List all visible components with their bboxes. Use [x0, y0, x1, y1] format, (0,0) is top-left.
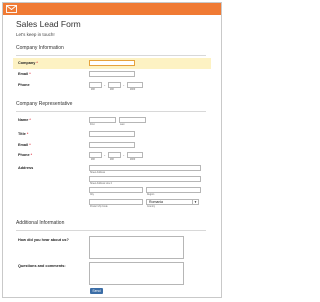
email-label: Email *	[18, 72, 31, 76]
zip-sublabel: Postal / Zip Code	[90, 206, 108, 208]
questions-label: Questions and comments:	[18, 264, 66, 268]
city-sublabel: City	[90, 194, 94, 196]
phone-area-sublabel: ###	[91, 89, 95, 91]
questions-textarea[interactable]	[89, 262, 184, 285]
rep-phone-prefix-sublabel: ###	[110, 159, 114, 161]
last-name-sublabel: Last	[120, 124, 125, 126]
section-divider	[16, 111, 206, 112]
phone-dash: -	[123, 152, 125, 157]
form-window: Sales Lead Form Let's keep in touch! Com…	[2, 2, 222, 298]
phone-prefix-input[interactable]	[108, 82, 121, 88]
company-label: Company *	[18, 61, 38, 65]
zip-input[interactable]	[89, 199, 143, 205]
dropdown-arrow-icon: ▼	[192, 200, 197, 204]
first-name-input[interactable]	[89, 117, 116, 123]
title-label: Title *	[18, 132, 29, 136]
country-sublabel: Country	[147, 206, 156, 208]
top-bar	[3, 3, 221, 15]
country-value: Romania	[149, 200, 164, 204]
street-address-input[interactable]	[89, 165, 201, 171]
name-label: Name *	[18, 118, 31, 122]
rep-phone-area-input[interactable]	[89, 152, 102, 158]
section-divider	[16, 230, 206, 231]
state-sublabel: Region	[147, 194, 155, 196]
form-title: Sales Lead Form	[16, 19, 81, 29]
country-select[interactable]: Romania ▼	[146, 199, 199, 205]
rep-phone-label: Phone *	[18, 153, 33, 157]
phone-dash: -	[104, 82, 106, 87]
street-address-2-sublabel: Street Address Line 2	[90, 183, 112, 185]
state-input[interactable]	[146, 187, 201, 193]
phone-dash: -	[104, 152, 106, 157]
street-address-sublabel: Street Address	[90, 172, 106, 174]
phone-label: Phone	[18, 83, 30, 87]
rep-phone-prefix-input[interactable]	[108, 152, 121, 158]
title-input[interactable]	[89, 131, 135, 137]
first-name-sublabel: First	[90, 124, 95, 126]
hear-about-textarea[interactable]	[89, 236, 184, 259]
section-divider	[16, 55, 206, 56]
rep-email-label: Email *	[18, 143, 31, 147]
hear-about-label: How did you hear about us?	[18, 238, 69, 242]
section-company-representative: Company Representative	[16, 101, 73, 107]
rep-phone-area-sublabel: ###	[91, 159, 95, 161]
city-input[interactable]	[89, 187, 143, 193]
email-input[interactable]	[89, 71, 135, 77]
envelope-icon	[6, 5, 17, 13]
rep-phone-line-input[interactable]	[127, 152, 143, 158]
phone-prefix-sublabel: ###	[110, 89, 114, 91]
phone-line-input[interactable]	[127, 82, 143, 88]
form-subtitle: Let's keep in touch!	[16, 32, 55, 37]
section-additional-information: Additional Information	[16, 220, 65, 226]
address-label: Address	[18, 166, 34, 170]
last-name-input[interactable]	[119, 117, 146, 123]
phone-area-input[interactable]	[89, 82, 102, 88]
phone-line-sublabel: ####	[130, 89, 136, 91]
section-company-information: Company Information	[16, 45, 64, 51]
send-button[interactable]: Send	[90, 288, 103, 294]
company-input[interactable]	[89, 60, 135, 66]
rep-email-input[interactable]	[89, 142, 135, 148]
rep-phone-line-sublabel: ####	[130, 159, 136, 161]
phone-dash: -	[123, 82, 125, 87]
street-address-2-input[interactable]	[89, 176, 201, 182]
